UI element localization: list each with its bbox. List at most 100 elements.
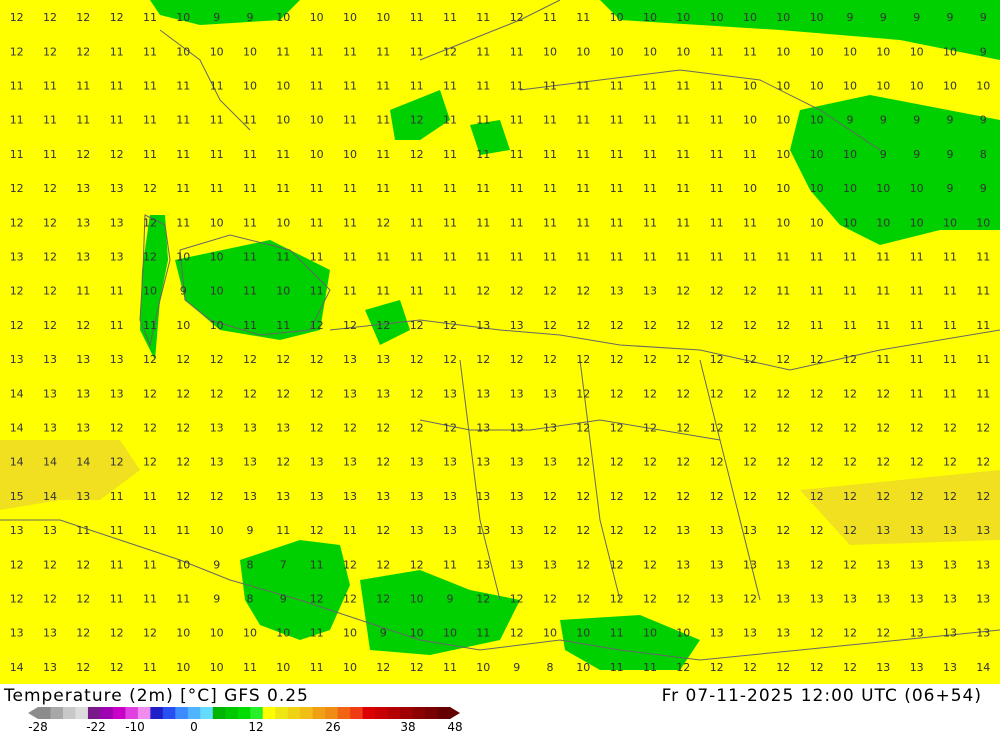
temperature-label: 10 [176, 251, 190, 264]
temperature-label: 12 [910, 422, 924, 435]
temperature-label: 13 [476, 524, 490, 537]
temperature-label: 12 [810, 353, 824, 366]
temperature-label: 13 [76, 216, 90, 229]
temperature-label: 12 [976, 422, 990, 435]
temperature-label: 11 [776, 251, 790, 264]
temperature-label: 13 [976, 558, 990, 571]
temperature-label: 12 [76, 661, 90, 674]
temperature-label: 11 [843, 285, 857, 298]
temperature-label: 11 [343, 182, 357, 195]
temperature-label: 9 [947, 11, 954, 24]
scale-swatch [387, 707, 401, 719]
temperature-label: 10 [210, 319, 224, 332]
temperature-label: 12 [676, 353, 690, 366]
temperature-label: 12 [110, 11, 124, 24]
temperature-label: 11 [943, 387, 957, 400]
temperature-label: 12 [376, 216, 390, 229]
temperature-label: 11 [343, 80, 357, 93]
scale-swatch [412, 707, 426, 719]
temperature-label: 12 [743, 319, 757, 332]
temperature-label: 11 [143, 80, 157, 93]
temperature-label: 13 [876, 661, 890, 674]
temperature-label: 10 [943, 80, 957, 93]
temperature-label: 11 [710, 182, 724, 195]
temperature-label: 10 [610, 45, 624, 58]
temperature-label: 11 [543, 182, 557, 195]
temperature-label: 13 [343, 387, 357, 400]
scale-swatch [62, 707, 76, 719]
temperature-label: 12 [810, 627, 824, 640]
temperature-label: 10 [776, 11, 790, 24]
temperature-label: 11 [943, 285, 957, 298]
temperature-label: 12 [376, 456, 390, 469]
temperature-label: 13 [110, 182, 124, 195]
temperature-label: 12 [443, 422, 457, 435]
temperature-label: 13 [76, 182, 90, 195]
temperature-label: 11 [343, 285, 357, 298]
temperature-label: 12 [43, 558, 57, 571]
temperature-label: 9 [980, 114, 987, 127]
temperature-label: 13 [543, 422, 557, 435]
temperature-label: 13 [43, 627, 57, 640]
temperature-label: 14 [10, 456, 24, 469]
temperature-label: 11 [676, 148, 690, 161]
temperature-label: 12 [176, 353, 190, 366]
temperature-label: 12 [176, 387, 190, 400]
temperature-label: 13 [243, 456, 257, 469]
temperature-label: 11 [476, 80, 490, 93]
temperature-label: 11 [443, 182, 457, 195]
temperature-label: 10 [576, 627, 590, 640]
temperature-label: 12 [43, 11, 57, 24]
temperature-label: 12 [10, 216, 24, 229]
temperature-label: 11 [310, 216, 324, 229]
temperature-label: 11 [543, 148, 557, 161]
scale-swatch [112, 707, 126, 719]
temperature-label: 11 [243, 216, 257, 229]
temperature-label: 11 [110, 490, 124, 503]
temperature-label: 12 [576, 558, 590, 571]
temperature-label: 12 [343, 593, 357, 606]
temperature-label: 10 [176, 11, 190, 24]
temperature-label: 9 [880, 11, 887, 24]
temperature-label: 12 [543, 319, 557, 332]
temperature-label: 11 [110, 80, 124, 93]
temperature-label: 12 [310, 422, 324, 435]
temperature-label: 11 [276, 148, 290, 161]
temperature-label: 11 [476, 114, 490, 127]
temperature-label: 14 [43, 456, 57, 469]
temperature-label: 12 [276, 456, 290, 469]
temperature-label: 11 [243, 661, 257, 674]
temperature-label: 11 [76, 114, 90, 127]
temperature-label: 11 [443, 216, 457, 229]
temperature-label: 14 [976, 661, 990, 674]
temperature-label: 12 [810, 422, 824, 435]
temperature-label: 12 [710, 661, 724, 674]
temperature-label: 13 [310, 490, 324, 503]
scale-label: 38 [400, 720, 415, 733]
temperature-label: 10 [343, 11, 357, 24]
temperature-label: 13 [510, 524, 524, 537]
temperature-label: 13 [743, 524, 757, 537]
temperature-label: 11 [110, 593, 124, 606]
temperature-label: 11 [676, 114, 690, 127]
temperature-label: 10 [643, 45, 657, 58]
temperature-label: 13 [10, 251, 24, 264]
temperature-label: 10 [843, 45, 857, 58]
temperature-label: 10 [243, 627, 257, 640]
temperature-label: 11 [643, 251, 657, 264]
temperature-label: 10 [810, 182, 824, 195]
temperature-label: 12 [110, 661, 124, 674]
temperature-label: 10 [210, 251, 224, 264]
temperature-label: 13 [710, 627, 724, 640]
temperature-label: 12 [576, 285, 590, 298]
temperature-label: 12 [310, 319, 324, 332]
temperature-map[interactable]: 12 12 12 12 11 10 9 9 10 10 10 10 11 11 11 12 11 11 10 10 10… [0, 0, 1000, 684]
temperature-label: 10 [710, 11, 724, 24]
scale-swatch [262, 707, 276, 719]
temperature-label: 11 [443, 251, 457, 264]
temperature-label: 12 [743, 593, 757, 606]
temperature-label: 12 [476, 353, 490, 366]
temperature-label: 10 [276, 285, 290, 298]
temperature-label: 12 [43, 251, 57, 264]
temperature-label: 12 [476, 593, 490, 606]
